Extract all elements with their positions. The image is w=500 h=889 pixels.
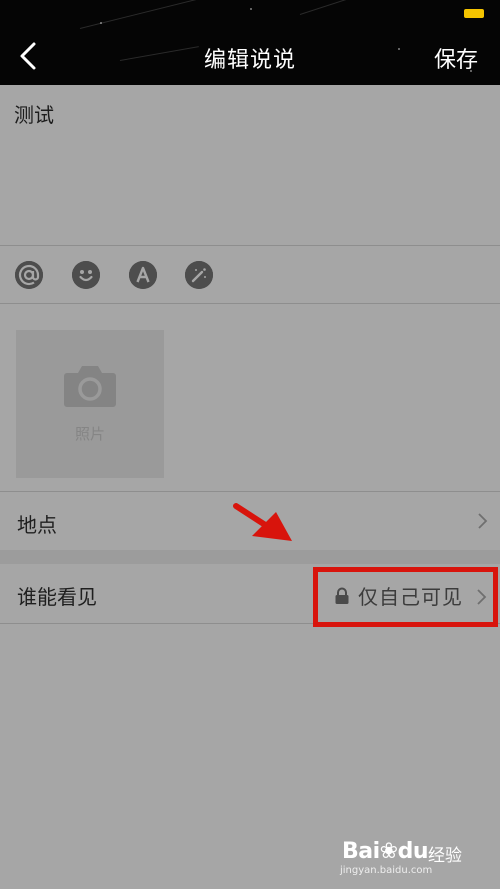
background-streak	[79, 0, 255, 29]
section-gap	[0, 550, 500, 564]
emoji-icon	[72, 261, 100, 289]
visibility-label: 谁能看见	[17, 585, 97, 609]
at-icon	[15, 261, 43, 289]
battery-icon	[464, 9, 484, 18]
location-label: 地点	[17, 513, 57, 537]
magic-wand-button[interactable]	[185, 261, 213, 289]
divider	[0, 303, 500, 304]
save-button[interactable]: 保存	[434, 42, 478, 74]
baidu-logo: Bai❀du	[342, 839, 429, 864]
highlight-box	[313, 567, 498, 627]
watermark-url: jingyan.baidu.com	[340, 865, 433, 876]
post-text-area[interactable]: 测试	[0, 85, 500, 245]
chevron-right-icon	[478, 513, 488, 529]
emoji-button[interactable]	[72, 261, 100, 289]
background-star	[100, 22, 102, 24]
red-arrow-annotation	[233, 503, 292, 541]
at-button[interactable]	[15, 261, 43, 289]
magic-wand-icon	[185, 261, 213, 289]
camera-icon	[64, 366, 116, 407]
paw-icon: ❀	[379, 839, 398, 864]
nav-bar: 编辑说说 保存	[0, 0, 500, 85]
page-title: 编辑说说	[203, 48, 296, 73]
background-star	[250, 8, 252, 10]
baidu-watermark: Bai❀du 经验 jingyan.baidu.com	[340, 827, 480, 883]
editor-toolbar	[0, 246, 500, 303]
font-button[interactable]	[129, 261, 157, 289]
watermark-experience: 经验	[428, 846, 462, 866]
background-streak	[299, 0, 415, 15]
font-icon	[129, 261, 157, 289]
post-text: 测试	[14, 103, 54, 127]
photo-label: 照片	[74, 425, 105, 443]
add-photo-button[interactable]: 照片	[16, 330, 164, 478]
